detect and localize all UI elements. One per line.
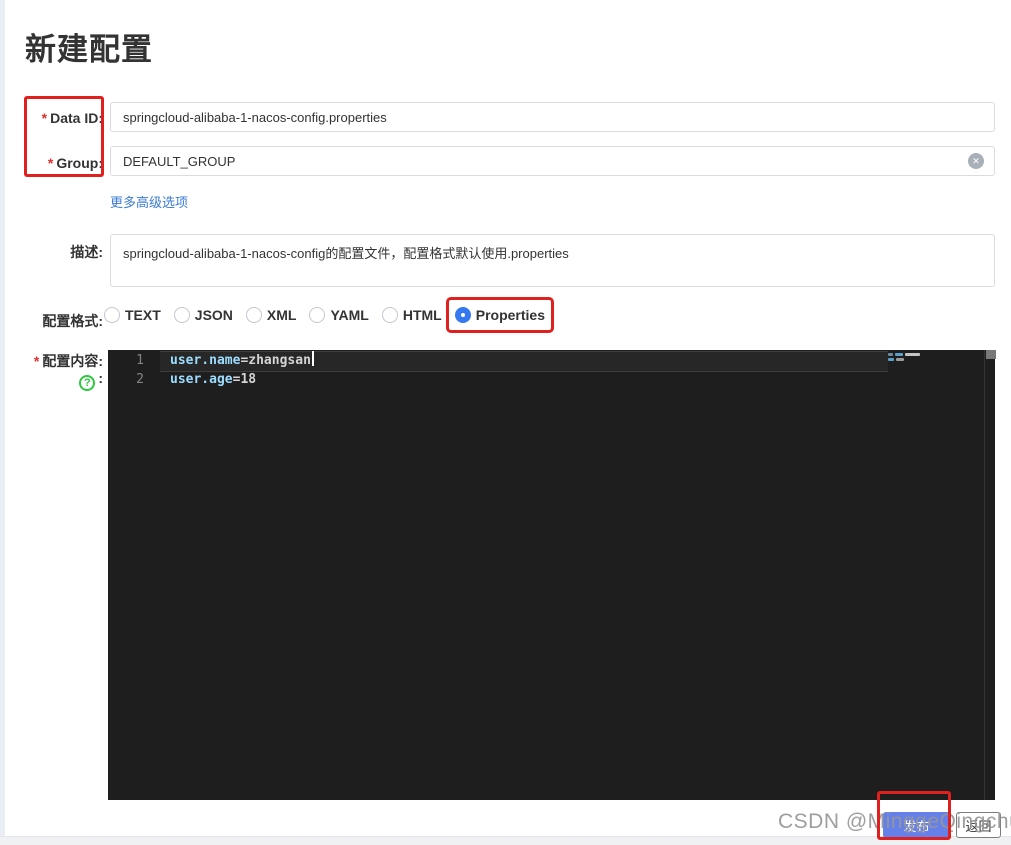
code-line[interactable]: 1 user.name=zhangsan xyxy=(108,351,888,372)
description-textarea[interactable]: springcloud-alibaba-1-nacos-config的配置文件，… xyxy=(110,234,995,287)
line-number: 2 xyxy=(136,372,144,387)
data-id-label: * Data ID: xyxy=(41,110,103,126)
radio-label: JSON xyxy=(194,307,233,323)
radio-format-html[interactable]: HTML xyxy=(381,307,442,323)
radio-circle-icon[interactable] xyxy=(104,307,120,323)
advanced-options-link[interactable]: 更多高级选项 xyxy=(110,192,188,211)
radio-circle-icon[interactable] xyxy=(309,307,326,323)
new-config-page: 新建配置 *Data ID: *Group: ✕ 更多高级选项 描述: spri… xyxy=(0,0,1011,845)
publish-button[interactable]: 发布 xyxy=(883,812,950,838)
radio-label: TEXT xyxy=(125,307,161,323)
format-label: 配置格式: xyxy=(42,313,103,329)
required-asterisk: * xyxy=(33,353,40,369)
radio-format-text[interactable]: TEXT xyxy=(104,307,161,323)
required-asterisk: * xyxy=(47,155,54,171)
description-label: 描述: xyxy=(70,244,103,260)
radio-format-properties[interactable]: Properties xyxy=(445,297,555,333)
radio-circle-icon[interactable] xyxy=(173,307,190,323)
editor-scrollbar[interactable] xyxy=(984,350,996,800)
code-text: user.name=zhangsan xyxy=(170,351,314,370)
page-title: 新建配置 xyxy=(25,32,153,67)
help-question-icon[interactable]: ? xyxy=(79,375,96,391)
content-help-row: ?: xyxy=(0,370,103,391)
text-cursor-icon xyxy=(311,351,314,366)
radio-format-xml[interactable]: XML xyxy=(245,307,297,323)
help-colon: : xyxy=(98,370,103,386)
page-left-edge xyxy=(0,0,5,845)
radio-format-json[interactable]: JSON xyxy=(173,307,233,323)
group-input[interactable] xyxy=(110,146,995,176)
content-label: * 配置内容: xyxy=(33,353,103,369)
code-text: user.age=18 xyxy=(170,372,257,387)
line-number: 1 xyxy=(136,353,144,368)
editor-scrollbar-thumb[interactable] xyxy=(986,350,996,359)
radio-label: YAML xyxy=(330,307,369,323)
radio-label: XML xyxy=(266,307,297,323)
radio-circle-icon[interactable] xyxy=(381,307,398,323)
page-bottom-edge xyxy=(0,836,1011,845)
required-asterisk: * xyxy=(41,110,48,126)
radio-circle-icon[interactable] xyxy=(245,307,262,323)
config-content-editor[interactable]: 1 user.name=zhangsan 2 user.age=18 xyxy=(108,350,996,800)
editor-lines: 1 user.name=zhangsan 2 user.age=18 xyxy=(108,351,888,389)
radio-circle-icon[interactable] xyxy=(454,307,471,323)
format-radio-group: TEXT JSON XML YAML HTML Properties xyxy=(104,297,555,333)
clear-group-icon[interactable]: ✕ xyxy=(968,153,984,169)
editor-minimap[interactable] xyxy=(888,353,985,369)
group-label: * Group: xyxy=(47,155,103,171)
radio-format-yaml[interactable]: YAML xyxy=(309,307,369,323)
code-line[interactable]: 2 user.age=18 xyxy=(108,370,888,389)
data-id-input[interactable] xyxy=(110,102,995,132)
radio-label: HTML xyxy=(402,307,442,323)
back-button[interactable]: 返回 xyxy=(956,812,1001,838)
radio-label: Properties xyxy=(475,307,545,323)
